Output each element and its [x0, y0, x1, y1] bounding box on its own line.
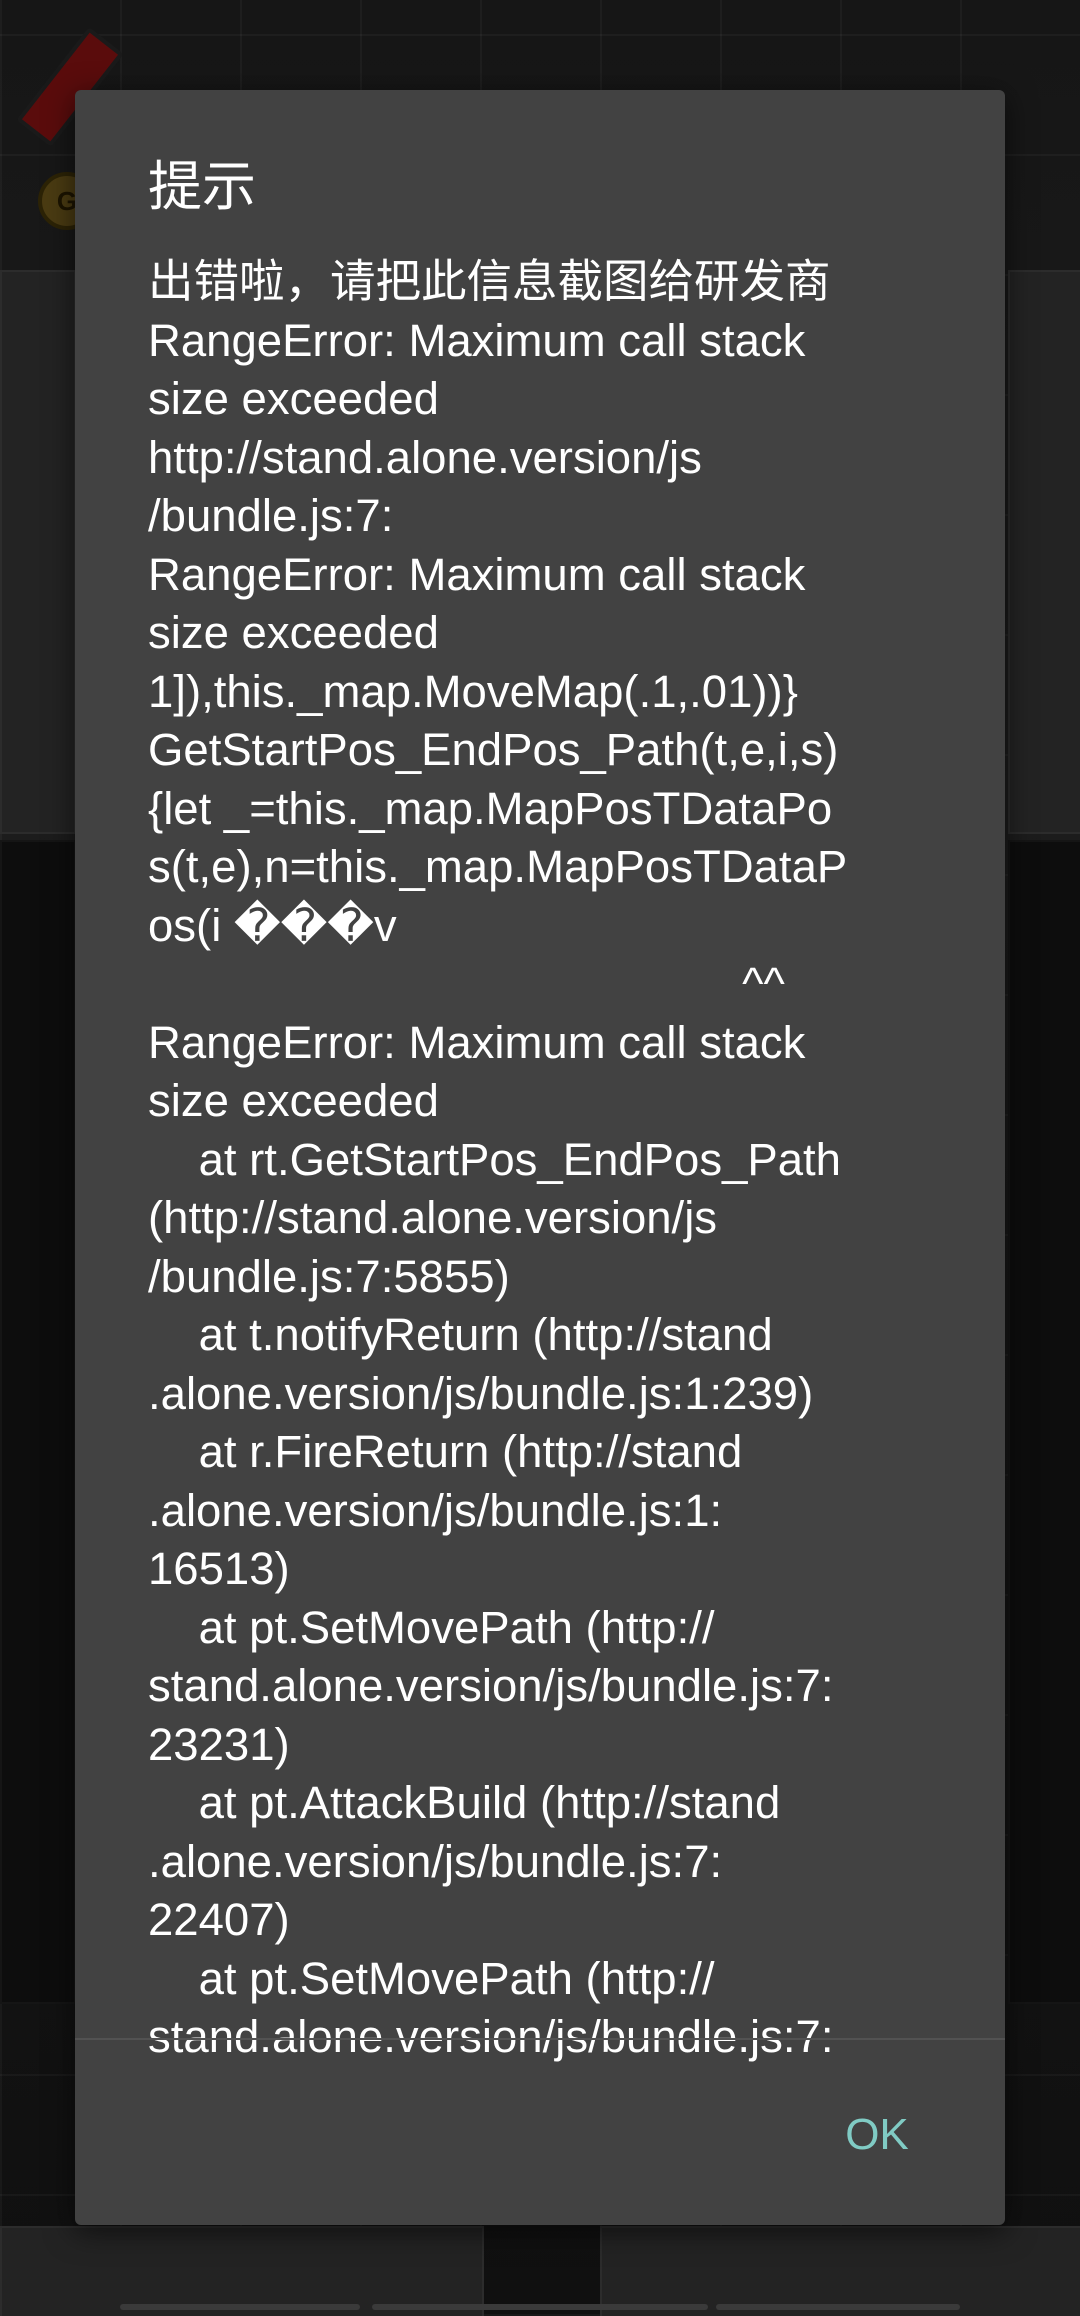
bottom-scroll-bar — [372, 2304, 708, 2310]
dialog-actions: OK — [75, 2040, 1005, 2225]
background-tile — [0, 840, 76, 2004]
bottom-scroll-bar — [716, 2304, 960, 2310]
dialog-title: 提示 — [148, 157, 256, 217]
background-tile — [0, 270, 76, 834]
background-tile — [600, 2226, 1080, 2316]
dialog-message: 出错啦，请把此信息截图给研发商 RangeError: Maximum call… — [148, 256, 848, 2062]
dialog-message-scroll[interactable]: 出错啦，请把此信息截图给研发商 RangeError: Maximum call… — [148, 253, 1005, 2128]
background-tile — [0, 2226, 484, 2316]
ok-button[interactable]: OK — [797, 2080, 957, 2190]
error-dialog: 提示 出错啦，请把此信息截图给研发商 RangeError: Maximum c… — [75, 90, 1005, 2225]
background-tile — [1008, 840, 1080, 2004]
bottom-scroll-bar — [120, 2304, 360, 2310]
background-tile — [1008, 270, 1080, 834]
